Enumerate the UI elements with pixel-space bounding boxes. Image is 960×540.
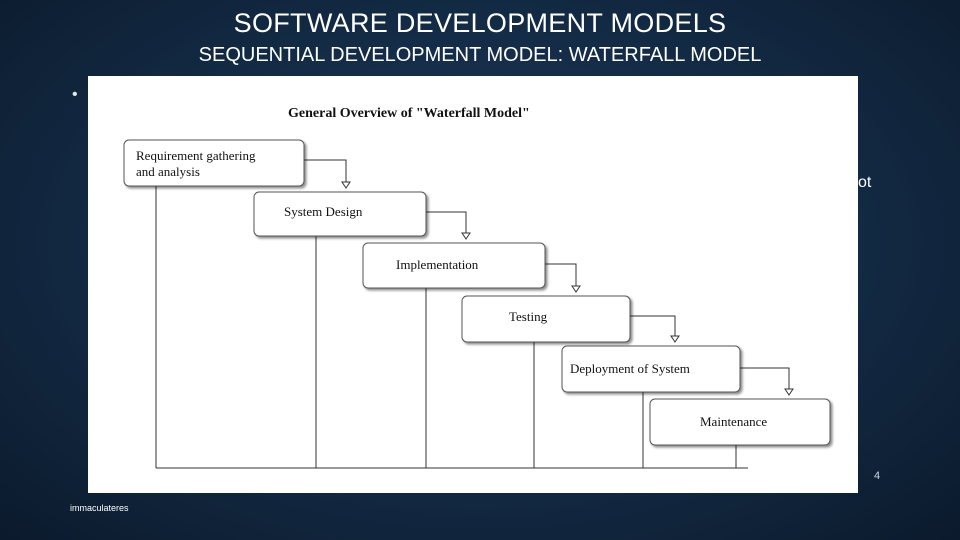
stage-maintenance: Maintenance [649, 398, 831, 446]
stage-label: Testing [509, 309, 548, 324]
obscured-text-fragment: ot [858, 174, 872, 191]
arrow-head-icon [784, 388, 794, 396]
arrow-head-icon [670, 335, 680, 343]
stage-label: System Design [284, 204, 363, 219]
footer-author: immaculateres [70, 503, 129, 513]
stage-box [123, 139, 305, 187]
slide-subtitle: SEQUENTIAL DEVELOPMENT MODEL: WATERFALL … [198, 44, 762, 66]
stage-label: Maintenance [700, 414, 767, 429]
connector-line [304, 159, 347, 182]
connector-line [545, 263, 577, 286]
stage-testing: Testing [461, 295, 631, 343]
stage-label: Implementation [396, 257, 479, 272]
stage-deployment: Deployment of System [561, 345, 741, 393]
stage-label: Deployment of System [570, 361, 690, 376]
connector-line [630, 315, 676, 336]
slide-title: SOFTWARE DEVELOPMENT MODELS [233, 8, 727, 38]
arrow-head-icon [571, 285, 581, 293]
stage-requirements: Requirement gathering and analysis [123, 139, 305, 187]
arrow-head-icon [461, 232, 471, 240]
stage-system-design: System Design [253, 191, 427, 237]
stage-label-line1: Requirement gathering [136, 148, 256, 163]
diagram-timelines [155, 186, 737, 468]
connector-line [740, 367, 790, 389]
page-number: 4 [874, 470, 881, 482]
connector-line [426, 211, 467, 233]
diagram-title: General Overview of "Waterfall Model" [288, 106, 530, 121]
waterfall-diagram: General Overview of "Waterfall Model" Re… [88, 76, 858, 493]
arrow-head-icon [341, 181, 351, 189]
stage-label-line2: and analysis [136, 164, 200, 179]
bullet-marker: • [72, 86, 78, 103]
stage-implementation: Implementation [362, 242, 546, 289]
waterfall-diagram-svg: General Overview of "Waterfall Model" Re… [123, 106, 831, 469]
